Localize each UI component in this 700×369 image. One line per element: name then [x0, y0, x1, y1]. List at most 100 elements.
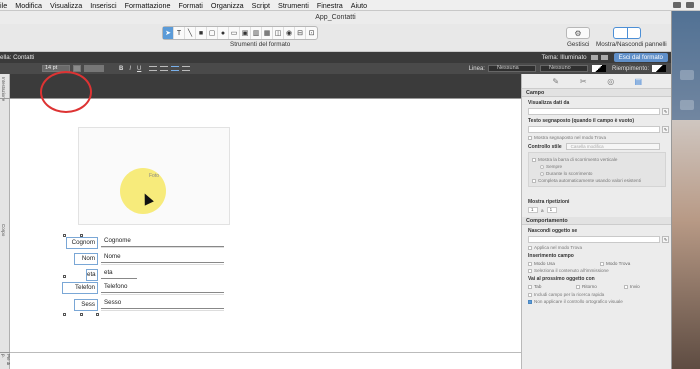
italic-button[interactable]: I: [129, 66, 131, 72]
menu-formattazione[interactable]: Formattazione: [125, 1, 171, 10]
button-tool-icon[interactable]: ▣: [240, 27, 251, 39]
menu-modifica[interactable]: Modifica: [15, 1, 42, 10]
apply-find-checkbox[interactable]: Applica nel modo Trova: [522, 245, 671, 250]
line-width-select[interactable]: Nessuna: [487, 65, 536, 72]
photo-container-field[interactable]: Foto: [78, 127, 230, 225]
label-sesso[interactable]: Sess: [74, 299, 98, 311]
label-nome[interactable]: Nom: [74, 253, 98, 265]
field-cognome[interactable]: Cognome: [101, 235, 224, 247]
align-right-icon[interactable]: [171, 66, 180, 71]
align-justify-icon[interactable]: [182, 66, 191, 71]
placeholder-input[interactable]: ✎: [528, 126, 669, 133]
menu-strumenti[interactable]: Strumenti: [278, 1, 309, 10]
bold-button[interactable]: B: [119, 66, 123, 72]
menu-visualizza[interactable]: Visualizza: [50, 1, 82, 10]
repetitions-to-input[interactable]: 1: [546, 207, 557, 213]
key-tab-checkbox[interactable]: Tab: [528, 284, 576, 289]
scrollbar-always-radio[interactable]: Sempre: [532, 164, 662, 169]
label-cognome[interactable]: Cognom: [66, 237, 98, 249]
line-pattern-select[interactable]: Nessuno: [539, 65, 588, 72]
field-eta[interactable]: eta: [101, 267, 137, 279]
status-icon[interactable]: [673, 2, 681, 8]
left-panel-icon[interactable]: [614, 28, 628, 38]
selection-handle[interactable]: [63, 234, 66, 237]
find-mode-checkbox[interactable]: Modo Trova: [600, 261, 671, 266]
pointer-tool-icon[interactable]: ➤: [163, 27, 174, 39]
slide-control-tool-icon[interactable]: ⊡: [306, 27, 317, 39]
right-panel-icon[interactable]: [628, 28, 641, 38]
rounded-rectangle-tool-icon[interactable]: ▢: [207, 27, 218, 39]
theme-icon[interactable]: [590, 55, 598, 60]
selection-handle[interactable]: [80, 234, 83, 237]
menu-inserisci[interactable]: Inserisci: [90, 1, 116, 10]
line-tool-icon[interactable]: ╲: [185, 27, 196, 39]
rectangle-tool-icon[interactable]: ■: [196, 27, 207, 39]
selection-handle[interactable]: [63, 313, 66, 316]
spellcheck-checkbox[interactable]: Non applicare il controllo ortografico v…: [522, 299, 671, 304]
web-viewer-tool-icon[interactable]: ◉: [284, 27, 295, 39]
text-tool-icon[interactable]: T: [174, 27, 185, 39]
show-data-input[interactable]: ✎: [528, 108, 669, 115]
scrollbar-checkbox[interactable]: Mostra la barra di scorrimento verticale: [532, 157, 662, 162]
field-tool-icon[interactable]: ▭: [229, 27, 240, 39]
control-style-select[interactable]: Casella modifica: [565, 143, 660, 150]
preview-icon[interactable]: [600, 55, 608, 60]
section-behavior-header[interactable]: Comportamento: [522, 217, 671, 225]
line-color-swatch[interactable]: [591, 65, 606, 72]
status-icon[interactable]: [686, 2, 694, 8]
menu-formati[interactable]: Formati: [179, 1, 203, 10]
browse-mode-checkbox[interactable]: Modo Usa: [528, 261, 600, 266]
show-placeholder-find-checkbox[interactable]: Mostra segnaposto nel modo Trova: [522, 135, 671, 140]
menu-aiuto[interactable]: Aiuto: [351, 1, 367, 10]
field-sesso[interactable]: Sesso: [101, 297, 224, 309]
text-color-swatch[interactable]: [73, 65, 81, 72]
align-center-icon[interactable]: [160, 66, 169, 71]
pencil-icon[interactable]: ✎: [662, 108, 669, 115]
key-return-checkbox[interactable]: Ritorno: [576, 284, 624, 289]
portal-tool-icon[interactable]: ▦: [262, 27, 273, 39]
exit-layout-button[interactable]: Esci dal formato: [613, 53, 668, 62]
pencil-icon[interactable]: ✎: [662, 236, 669, 243]
part-divider[interactable]: [0, 352, 10, 353]
pencil-icon[interactable]: ✎: [662, 126, 669, 133]
panels-toggle[interactable]: [613, 27, 641, 39]
autocomplete-checkbox[interactable]: Completa automaticamente usando valori e…: [532, 178, 662, 183]
layout-name[interactable]: ella: Contatti: [0, 54, 34, 61]
theme-label[interactable]: Tema: Illuminato: [542, 54, 587, 61]
oval-tool-icon[interactable]: ●: [218, 27, 229, 39]
desktop-file-icon[interactable]: [680, 100, 694, 110]
appearance-tab-icon[interactable]: ✂: [579, 77, 588, 86]
field-nome[interactable]: Nome: [101, 251, 224, 263]
underline-button[interactable]: U: [137, 66, 141, 72]
popover-tool-icon[interactable]: ◫: [273, 27, 284, 39]
menu-organizza[interactable]: Organizza: [211, 1, 244, 10]
section-field-header[interactable]: Campo: [522, 89, 671, 97]
label-eta[interactable]: eta: [86, 269, 98, 281]
key-enter-checkbox[interactable]: Invio: [624, 284, 671, 289]
chart-tool-icon[interactable]: ▥: [251, 27, 262, 39]
desktop-file-icon[interactable]: [680, 70, 694, 80]
position-tab-icon[interactable]: ✎: [551, 77, 560, 86]
hide-object-input[interactable]: ✎: [528, 236, 669, 243]
fill-color-swatch[interactable]: [652, 65, 666, 72]
quick-find-checkbox[interactable]: Includi campo per la ricerca rapida: [522, 292, 671, 297]
tab-control-tool-icon[interactable]: ⊟: [295, 27, 306, 39]
label-telefono[interactable]: Telefon: [62, 282, 98, 294]
part-divider[interactable]: [0, 98, 10, 99]
selection-handle[interactable]: [80, 313, 83, 316]
data-tab-icon[interactable]: ◎: [606, 77, 615, 86]
selection-handle[interactable]: [63, 275, 66, 278]
field-telefono[interactable]: Telefono: [101, 281, 224, 293]
menu-file[interactable]: ile: [0, 1, 7, 10]
highlight-color-swatch[interactable]: [84, 65, 104, 72]
menu-script[interactable]: Script: [252, 1, 270, 10]
select-content-checkbox[interactable]: Seleziona il contenuto all'immissione: [522, 268, 671, 273]
part-label-body[interactable]: Corpo: [1, 224, 6, 236]
selection-handle[interactable]: [96, 313, 99, 316]
align-left-icon[interactable]: [149, 66, 158, 71]
settings-tab-icon[interactable]: ▤: [634, 77, 643, 86]
scrollbar-while-scrolling-radio[interactable]: Durante lo scorrimento: [532, 171, 662, 176]
menu-finestra[interactable]: Finestra: [317, 1, 343, 10]
repetitions-from-input[interactable]: 1: [528, 207, 538, 213]
manage-button[interactable]: ⚙: [566, 27, 590, 39]
